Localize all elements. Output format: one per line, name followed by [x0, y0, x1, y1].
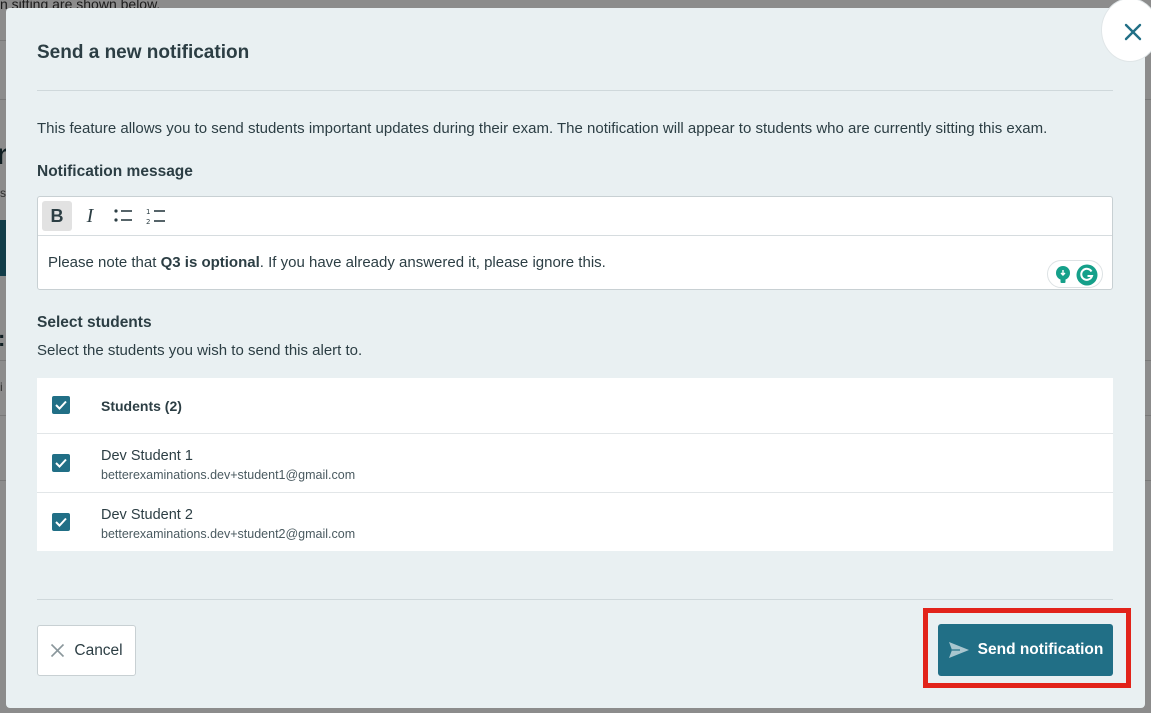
cancel-button[interactable]: Cancel [37, 625, 136, 676]
numbered-list-button[interactable]: 1 2 [141, 201, 171, 231]
italic-button[interactable]: I [75, 201, 105, 231]
send-notification-button[interactable]: Send notification [938, 624, 1113, 676]
select-students-label: Select students [37, 314, 152, 331]
send-icon [948, 642, 969, 658]
notification-modal: Send a new notification This feature all… [6, 0, 1151, 708]
rich-text-editor: B I 1 2 Please note that Q3 is optional.… [37, 196, 1113, 290]
select-students-description: Select the students you wish to send thi… [37, 342, 363, 359]
student-checkbox[interactable] [52, 513, 70, 531]
modal-description: This feature allows you to send students… [37, 120, 1048, 137]
bold-button[interactable]: B [42, 201, 72, 231]
grammarly-icon [1076, 264, 1098, 286]
student-name: Dev Student 2 [101, 507, 193, 523]
students-header-label: Students (2) [101, 398, 182, 414]
student-email: betterexaminations.dev+student2@gmail.co… [101, 527, 356, 541]
send-button-label: Send notification [977, 641, 1104, 658]
student-checkbox[interactable] [52, 454, 70, 472]
checkmark-icon [55, 458, 67, 468]
student-row: Dev Student 1 betterexaminations.dev+stu… [37, 434, 1113, 493]
select-all-checkbox[interactable] [52, 396, 70, 414]
student-name: Dev Student 1 [101, 448, 193, 464]
notification-message-label: Notification message [37, 163, 193, 180]
editor-content[interactable]: Please note that Q3 is optional. If you … [48, 254, 606, 271]
checkmark-icon [55, 517, 67, 527]
student-email: betterexaminations.dev+student1@gmail.co… [101, 468, 356, 482]
bullet-list-button[interactable] [108, 201, 138, 231]
footer-divider [37, 599, 1113, 600]
checkmark-icon [55, 400, 67, 410]
bullet-list-icon [114, 209, 132, 222]
close-button[interactable] [1101, 0, 1151, 62]
title-divider [37, 90, 1113, 91]
grammarly-widget[interactable] [1047, 260, 1103, 288]
close-icon [1124, 23, 1142, 41]
student-row: Dev Student 2 betterexaminations.dev+stu… [37, 493, 1113, 551]
svg-text:2: 2 [146, 218, 150, 225]
modal-title: Send a new notification [37, 42, 250, 63]
lightbulb-icon [1056, 266, 1070, 283]
numbered-list-icon: 1 2 [146, 208, 165, 225]
close-icon [51, 643, 65, 658]
svg-text:1: 1 [146, 208, 150, 216]
editor-toolbar: B I 1 2 [38, 197, 1112, 236]
students-header-row: Students (2) [37, 378, 1113, 434]
cancel-button-label: Cancel [74, 641, 123, 659]
students-list: Students (2) Dev Student 1 betterexamina… [37, 378, 1113, 551]
